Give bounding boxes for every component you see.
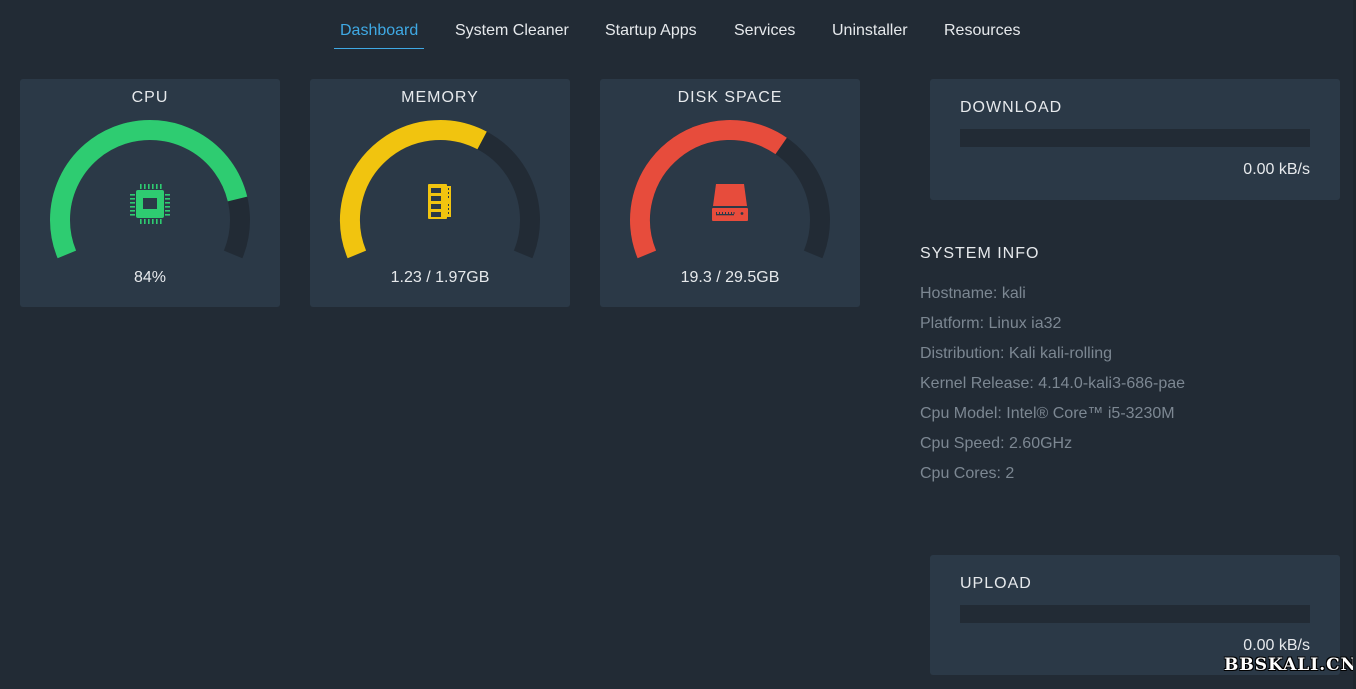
sysinfo-platform: Platform: Linux ia32	[920, 315, 1062, 332]
cpu-usage-value: 84%	[133, 269, 167, 286]
upload-speed-value: 0.00 kB/s	[1243, 637, 1310, 654]
system-info-panel: SYSTEM INFO Hostname: kali Platform: Lin…	[920, 245, 1185, 495]
nav-tab-resources[interactable]: Resources	[938, 22, 1026, 48]
download-card: DOWNLOAD 0.00 kB/s	[930, 79, 1340, 200]
memory-gauge-card: MEMORY 1.23 / 1.97GB	[310, 79, 570, 307]
download-title: DOWNLOAD	[960, 99, 1063, 116]
disk-gauge-card: DISK SPACE 19.3 / 29.5GB	[600, 79, 860, 307]
nav-tab-uninstaller[interactable]: Uninstaller	[826, 22, 914, 48]
download-progress-bar	[960, 129, 1310, 147]
nav-tab-system-cleaner[interactable]: System Cleaner	[449, 22, 575, 48]
cpu-gauge-card: CPU 84%	[20, 79, 280, 307]
disk-usage-value: 19.3 / 29.5GB	[680, 269, 780, 286]
sysinfo-cpu-cores: Cpu Cores: 2	[920, 465, 1015, 482]
download-speed-value: 0.00 kB/s	[1243, 161, 1310, 178]
main-nav: Dashboard System Cleaner Startup Apps Se…	[0, 0, 1356, 60]
nav-tab-dashboard[interactable]: Dashboard	[334, 22, 425, 49]
memory-usage-value: 1.23 / 1.97GB	[390, 269, 490, 286]
memory-ram-icon	[428, 184, 451, 219]
nav-tab-startup-apps[interactable]: Startup Apps	[599, 22, 703, 48]
sysinfo-cpu-speed: Cpu Speed: 2.60GHz	[920, 435, 1073, 452]
upload-title: UPLOAD	[960, 575, 1032, 592]
hard-drive-icon	[712, 184, 748, 221]
sysinfo-hostname: Hostname: kali	[920, 285, 1026, 302]
watermark-text: BBSKALI.CN	[1224, 655, 1356, 675]
sysinfo-kernel-release: Kernel Release: 4.14.0-kali3-686-pae	[920, 375, 1186, 392]
system-info-title: SYSTEM INFO	[920, 245, 1040, 262]
sysinfo-distribution: Distribution: Kali kali-rolling	[920, 345, 1113, 362]
sysinfo-cpu-model: Cpu Model: Intel® Core™ i5-3230M	[920, 405, 1175, 422]
nav-tab-services[interactable]: Services	[728, 22, 801, 48]
cpu-chip-icon	[130, 184, 170, 224]
upload-progress-bar	[960, 605, 1310, 623]
